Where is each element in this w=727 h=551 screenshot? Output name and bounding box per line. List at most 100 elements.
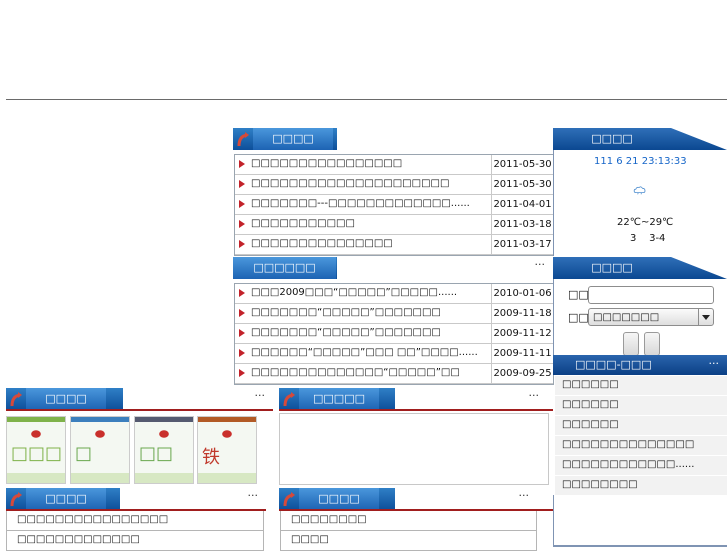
search-title: □□□□ [591,261,633,274]
weather-wind: 3 3-4 [630,233,666,244]
list-item[interactable]: □□□□ [280,531,537,551]
curved-arrow-icon [10,392,22,407]
nav-item-2[interactable]: □□□□ [102,105,144,118]
search-header: □□□□ [553,257,727,279]
video-player[interactable] [279,413,549,485]
cloud-icon [633,186,646,195]
link-item[interactable]: □□□□□□ [555,395,727,416]
bullet-icon [239,349,245,357]
curved-arrow-icon [237,132,249,147]
reset-button[interactable] [644,332,660,356]
photo-thumbnail[interactable]: □ [70,416,130,484]
weather-box: 111 6 21 23:13:33 22℃~29℃ 3 3-4 [553,150,727,256]
nav-item-oa[interactable]: □□OA [672,105,709,118]
announce-item[interactable]: □□□□□□□□□□□□□□“□□□□□”□□ 2009-09-25 [235,364,553,384]
nav-item-1[interactable]: □□□□ [32,105,74,118]
photos-more-link[interactable]: ... [255,386,266,399]
photo-thumbnail[interactable]: 铁 [197,416,257,484]
nav-item-3[interactable]: □□□□ [166,105,208,118]
nav-item-9[interactable]: □□□□ [604,105,646,118]
list-a-header: □□□□ ... [6,486,266,510]
video-more-link[interactable]: ... [529,386,540,399]
news-item[interactable]: □□□□□□□□□□□□□□□ 2011-03-17 [235,235,553,255]
link-item[interactable]: □□□□□□□□□□□□□□ [555,435,727,456]
list-b-header: □□□□ ... [279,486,537,510]
photos-divider [6,409,273,411]
search-type-select[interactable]: □□□□□□□ [588,308,714,326]
news-list: □□□□□□□□□□□□□□□□ 2011-05-30 □□□□□□□□□□□□□… [234,154,554,256]
weather-temperature: 22℃~29℃ [617,217,674,228]
curved-arrow-icon [283,392,295,407]
links-footer [553,495,727,547]
announce-item[interactable]: □□□2009□□□“□□□□□”□□□□□...... 2010-01-06 [235,284,553,304]
news-title: □□□□ [253,128,333,150]
logo-icon [218,427,236,441]
list-a-title: □□□□ [26,488,106,510]
announce-list: □□□2009□□□“□□□□□”□□□□□...... 2010-01-06 □… [234,283,554,385]
list-b-title: □□□□ [299,488,379,510]
list-b: □□□□□□□□ □□□□ [280,511,537,551]
announce-header: □□□□□□ ... [233,255,553,279]
bullet-icon [239,240,245,248]
list-a-more-link[interactable]: ... [248,486,259,499]
bullet-icon [239,309,245,317]
photos-header: □□□□ ... [6,386,273,410]
announce-more-link[interactable]: ... [535,255,546,268]
photos-title: □□□□ [26,388,106,410]
announce-item[interactable]: □□□□□□“□□□□□”□□□ □□”□□□□...... 2009-11-11 [235,344,553,364]
logo-icon [91,427,109,441]
video-divider [279,409,553,411]
news-item[interactable]: □□□□□□□□□□□□□□□□ 2011-05-30 [235,155,553,175]
curved-arrow-icon [283,492,295,507]
list-a: □□□□□□□□□□□□□□□□ □□□□□□□□□□□□□ [6,511,264,551]
link-item[interactable]: □□□□□□□□□□□□...... [555,455,727,476]
links-more-link[interactable]: ... [709,354,720,367]
news-item[interactable]: □□□□□□□---□□□□□□□□□□□□□...... 2011-04-01 [235,195,553,215]
logo-icon [155,427,173,441]
list-item[interactable]: □□□□□□□□□□□□□ [6,531,264,551]
header-divider [6,99,727,100]
bullet-icon [239,180,245,188]
photo-thumbnail[interactable]: □□□ [6,416,66,484]
keyword-label: □□ [568,288,589,301]
links-header: □□□□-□□□ ... [553,354,727,375]
curved-arrow-icon [10,492,22,507]
weather-header: □□□□ [553,128,727,150]
nav-item-8[interactable]: □□□□ [538,105,580,118]
link-item[interactable]: □□□□□□ [555,415,727,436]
nav-item-5[interactable]: □□□□ [344,105,386,118]
bullet-icon [239,200,245,208]
search-button[interactable] [623,332,639,356]
bullet-icon [239,329,245,337]
links-title: □□□□-□□□ [575,358,652,371]
chevron-down-icon [698,309,713,325]
nav-item-4[interactable]: □□□□□□□ [246,105,319,118]
link-item[interactable]: □□□□□□ [555,375,727,396]
bullet-icon [239,220,245,228]
search-input[interactable] [588,286,714,304]
bullet-icon [239,160,245,168]
announce-title: □□□□□□ [233,257,336,279]
type-label: □□ [568,311,589,324]
weather-title: □□□□ [591,132,633,145]
news-item[interactable]: □□□□□□□□□□□□□□□□□□□□□ 2011-05-30 [235,175,553,195]
video-title: □□□□□ [299,388,379,410]
weather-datetime: 111 6 21 23:13:33 [594,156,687,167]
bullet-icon [239,369,245,377]
nav-item-6[interactable]: □□□□ [408,105,450,118]
announce-item[interactable]: □□□□□□□“□□□□□”□□□□□□□ 2009-11-12 [235,324,553,344]
bullet-icon [239,289,245,297]
news-item[interactable]: □□□□□□□□□□□ 2011-03-18 [235,215,553,235]
list-b-more-link[interactable]: ... [519,486,530,499]
nav-item-7[interactable]: □□□□ [472,105,514,118]
main-nav: □□□□ □□□□ □□□□ □□□□□□□ □□□□ □□□□ □□□□ □□… [0,102,727,124]
link-item[interactable]: □□□□□□□□ [555,475,727,496]
search-box: □□ □□ □□□□□□□ [553,279,727,356]
logo-icon [27,427,45,441]
photo-thumbnail[interactable]: □□ [134,416,194,484]
announce-item[interactable]: □□□□□□□“□□□□□”□□□□□□□ 2009-11-18 [235,304,553,324]
video-header: □□□□□ ... [279,386,547,410]
list-item[interactable]: □□□□□□□□□□□□□□□□ [6,511,264,531]
news-header: □□□□ [233,128,553,150]
list-item[interactable]: □□□□□□□□ [280,511,537,531]
